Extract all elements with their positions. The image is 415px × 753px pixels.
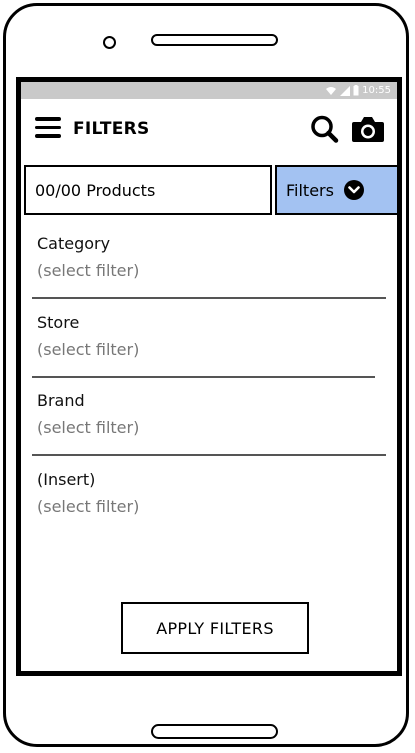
app-bar: FILTERS — [21, 99, 397, 159]
camera-icon[interactable] — [351, 115, 385, 143]
filter-value[interactable]: (select filter) — [37, 340, 139, 359]
filter-label: Category — [37, 234, 111, 253]
wifi-icon — [325, 86, 337, 96]
front-camera — [103, 36, 116, 49]
filter-item-store[interactable]: Store (select filter) — [37, 313, 139, 359]
search-icon[interactable] — [310, 115, 340, 143]
screen: 10:55 FILTERS 00/00 Products Filters Cat… — [16, 77, 402, 676]
status-bar: 10:55 — [21, 82, 397, 99]
divider — [32, 454, 386, 456]
divider — [32, 376, 375, 378]
filters-button-label: Filters — [286, 180, 334, 200]
apply-filters-button[interactable]: APPLY FILTERS — [121, 602, 309, 654]
filter-value[interactable]: (select filter) — [37, 261, 139, 280]
status-time: 10:55 — [362, 85, 391, 96]
page-title: FILTERS — [73, 119, 150, 139]
home-button[interactable] — [151, 724, 278, 739]
filter-item-insert[interactable]: (Insert) (select filter) — [37, 470, 139, 516]
chevron-down-circle-icon — [343, 180, 364, 200]
filter-label: Brand — [37, 391, 85, 410]
filters-dropdown-button[interactable]: Filters — [275, 165, 397, 215]
filter-label: (Insert) — [37, 470, 96, 489]
filter-value[interactable]: (select filter) — [37, 497, 139, 516]
signal-icon — [340, 85, 351, 96]
battery-icon — [353, 85, 359, 96]
filter-label: Store — [37, 313, 80, 332]
products-count-label: 00/00 Products — [35, 180, 156, 200]
filter-value[interactable]: (select filter) — [37, 418, 139, 437]
filter-item-brand[interactable]: Brand (select filter) — [37, 391, 139, 437]
products-count-field: 00/00 Products — [24, 165, 272, 215]
speaker-grille — [151, 34, 278, 46]
divider — [32, 297, 386, 299]
menu-icon[interactable] — [35, 117, 61, 139]
filter-item-category[interactable]: Category (select filter) — [37, 234, 139, 280]
